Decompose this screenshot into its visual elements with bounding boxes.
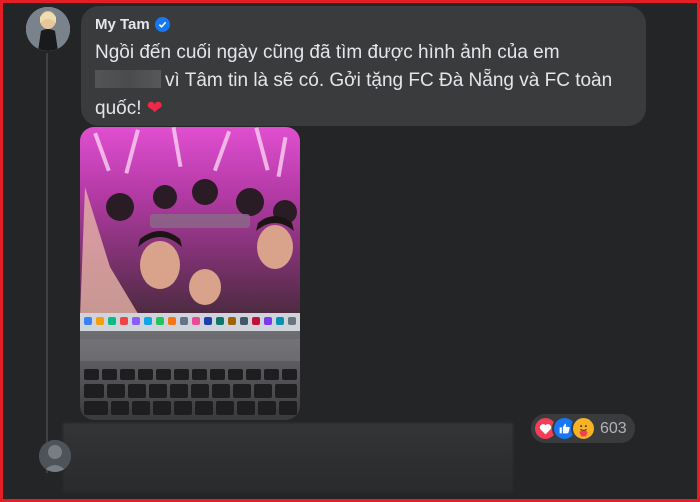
- heart-emoji-icon: ❤: [146, 98, 163, 119]
- comment-text: Ngồi đến cuối ngày cũng đã tìm được hình…: [95, 39, 635, 123]
- thread-line: [46, 53, 48, 473]
- redacted-name: [95, 70, 161, 88]
- blurred-reply-area: [63, 423, 513, 493]
- reply-avatar[interactable]: [39, 440, 71, 472]
- comment-text-line-2: vì Tâm tin là sẽ có. Gởi tặng FC Đà Nẵng…: [165, 70, 613, 91]
- author-name[interactable]: My Tam: [95, 16, 150, 33]
- reactions-summary[interactable]: 603: [531, 414, 635, 443]
- comment-text-line-3: quốc!: [95, 98, 142, 119]
- verified-badge-icon: [154, 16, 170, 32]
- attached-photo[interactable]: [80, 127, 300, 420]
- author-avatar[interactable]: [26, 7, 70, 51]
- comment-text-line-1: Ngồi đến cuối ngày cũng đã tìm được hình…: [95, 42, 560, 63]
- care-icon: [571, 416, 596, 441]
- comment-bubble: My Tam Ngồi đến cuối ngày cũng đã tìm đư…: [81, 6, 646, 126]
- reaction-count: 603: [600, 419, 627, 437]
